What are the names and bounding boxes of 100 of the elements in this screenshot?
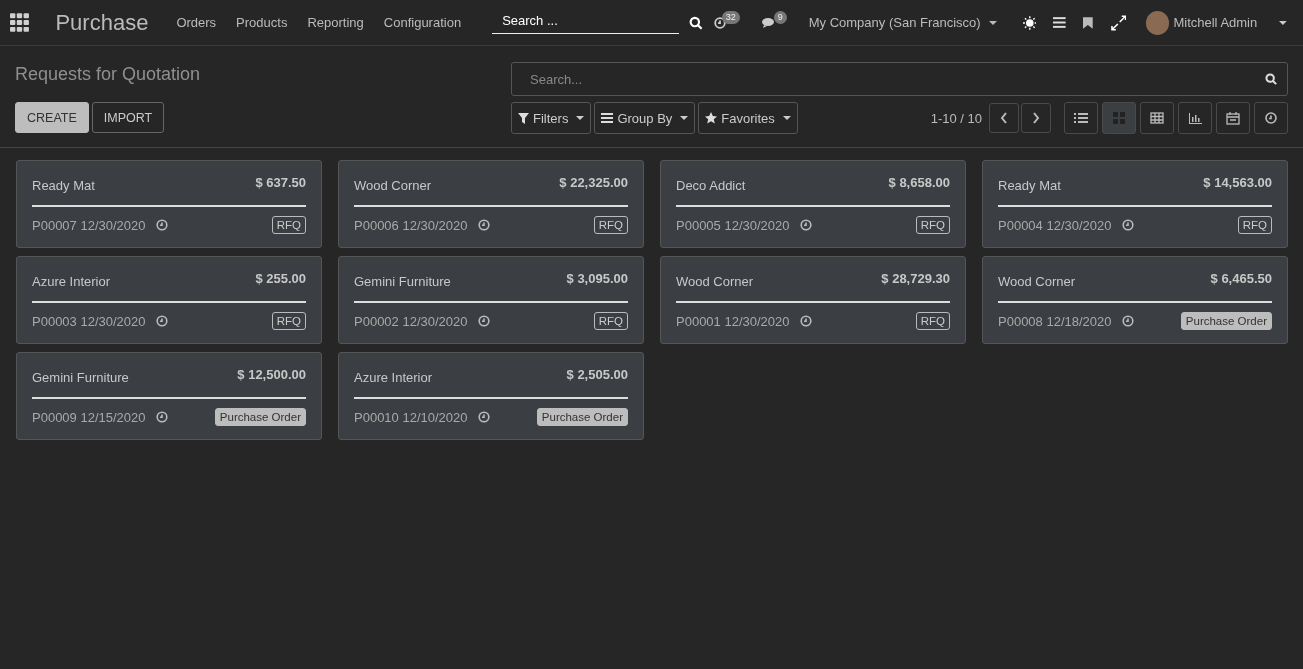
menu-icon[interactable] bbox=[1053, 17, 1066, 28]
import-button[interactable]: IMPORT bbox=[91, 102, 165, 133]
table-icon bbox=[1150, 111, 1164, 124]
company-switcher[interactable]: My Company (San Francisco) bbox=[802, 14, 1003, 31]
sun-icon[interactable] bbox=[1022, 15, 1037, 30]
view-switch-button[interactable] bbox=[1254, 102, 1288, 134]
chevron-right-icon bbox=[1032, 112, 1040, 124]
order-card[interactable]: Wood Corner $ 6,465.50 P00008 12/18/2020 Purchase Order bbox=[982, 256, 1288, 344]
view-switch-button[interactable] bbox=[1216, 102, 1250, 134]
order-amount: $ 6,465.50 bbox=[1210, 271, 1272, 286]
funnel-icon bbox=[518, 112, 529, 124]
clock-icon[interactable] bbox=[477, 315, 490, 327]
clock-icon[interactable] bbox=[1121, 219, 1134, 231]
clock-icon bbox=[1265, 111, 1277, 124]
menu-item[interactable]: Orders bbox=[166, 15, 227, 30]
clock-icon[interactable] bbox=[477, 219, 490, 231]
activity-count-badge: 32 bbox=[721, 11, 740, 24]
order-reference: P00002 12/30/2020 bbox=[354, 313, 468, 329]
status-badge: RFQ bbox=[271, 216, 306, 234]
avatar[interactable] bbox=[1146, 10, 1170, 35]
vendor-name: Azure Interior bbox=[354, 370, 433, 385]
bookmark-icon[interactable] bbox=[1082, 16, 1093, 29]
favorites-button[interactable]: Favorites bbox=[698, 102, 798, 134]
kanban-icon bbox=[1113, 111, 1125, 124]
order-card[interactable]: Gemini Furniture $ 3,095.00 P00002 12/30/2020 RFQ bbox=[338, 256, 644, 344]
search-icon[interactable] bbox=[689, 15, 703, 30]
clock-icon[interactable] bbox=[1121, 315, 1134, 327]
vendor-name: Ready Mat bbox=[32, 178, 95, 193]
pager-value: 1-10 / 10 bbox=[930, 110, 982, 126]
view-switch-button[interactable] bbox=[1140, 102, 1174, 134]
list-icon bbox=[601, 113, 614, 123]
order-amount: $ 3,095.00 bbox=[566, 271, 628, 286]
clock-icon[interactable] bbox=[155, 411, 168, 423]
order-amount: $ 14,563.00 bbox=[1203, 175, 1272, 190]
order-reference: P00003 12/30/2020 bbox=[32, 313, 146, 329]
view-switch-button[interactable] bbox=[1178, 102, 1212, 134]
bar-chart-icon bbox=[1189, 112, 1202, 124]
create-button[interactable]: CREATE bbox=[15, 102, 89, 133]
order-reference: P00005 12/30/2020 bbox=[676, 217, 790, 233]
vendor-name: Wood Corner bbox=[998, 274, 1076, 289]
clock-icon[interactable] bbox=[799, 315, 812, 327]
order-card[interactable]: Ready Mat $ 637.50 P00007 12/30/2020 RFQ bbox=[16, 160, 322, 248]
order-card[interactable]: Wood Corner $ 28,729.30 P00001 12/30/2020 RFQ bbox=[660, 256, 966, 344]
vendor-name: Gemini Furniture bbox=[32, 370, 129, 385]
view-switch-button[interactable] bbox=[1102, 102, 1136, 134]
order-card[interactable]: Deco Addict $ 8,658.00 P00005 12/30/2020 RFQ bbox=[660, 160, 966, 248]
activity-icon[interactable] bbox=[713, 16, 726, 29]
order-card[interactable]: Wood Corner $ 22,325.00 P00006 12/30/2020 RFQ bbox=[338, 160, 644, 248]
status-badge: RFQ bbox=[271, 312, 306, 330]
expand-icon[interactable] bbox=[1110, 14, 1127, 31]
status-badge: RFQ bbox=[593, 216, 628, 234]
apps-menu-icon[interactable] bbox=[10, 12, 30, 33]
search-field[interactable]: Search ... bbox=[492, 7, 680, 34]
clock-icon[interactable] bbox=[155, 315, 168, 327]
vendor-name: Wood Corner bbox=[354, 178, 432, 193]
menu-item[interactable]: Configuration bbox=[373, 15, 472, 30]
order-card[interactable]: Gemini Furniture $ 12,500.00 P00009 12/15/2020 Purchase Order bbox=[16, 352, 322, 440]
order-amount: $ 28,729.30 bbox=[881, 271, 950, 286]
order-reference: P00001 12/30/2020 bbox=[676, 313, 790, 329]
order-amount: $ 12,500.00 bbox=[237, 367, 306, 382]
order-reference: P00010 12/10/2020 bbox=[354, 409, 468, 425]
order-card[interactable]: Azure Interior $ 255.00 P00003 12/30/2020 RFQ bbox=[16, 256, 322, 344]
status-badge: Purchase Order bbox=[536, 408, 628, 426]
page-title: Requests for Quotation bbox=[15, 63, 202, 86]
order-reference: P00006 12/30/2020 bbox=[354, 217, 468, 233]
list-icon bbox=[1074, 112, 1088, 123]
status-badge: RFQ bbox=[593, 312, 628, 330]
order-reference: P00004 12/30/2020 bbox=[998, 217, 1112, 233]
group-by-button[interactable]: Group By bbox=[594, 102, 696, 134]
status-badge: Purchase Order bbox=[1180, 312, 1272, 330]
order-amount: $ 637.50 bbox=[255, 175, 306, 190]
clock-icon[interactable] bbox=[799, 219, 812, 231]
view-switch-button[interactable] bbox=[1064, 102, 1098, 134]
search-icon[interactable] bbox=[1265, 73, 1277, 85]
star-icon bbox=[705, 112, 718, 124]
vendor-name: Wood Corner bbox=[676, 274, 754, 289]
menu-item[interactable]: Reporting bbox=[297, 15, 374, 30]
order-amount: $ 2,505.00 bbox=[566, 367, 628, 382]
status-badge: RFQ bbox=[915, 312, 950, 330]
search-field[interactable]: Search... bbox=[511, 62, 1288, 96]
next-button[interactable] bbox=[1021, 103, 1051, 133]
caret-icon bbox=[988, 20, 997, 25]
clock-icon[interactable] bbox=[155, 219, 168, 231]
order-amount: $ 22,325.00 bbox=[559, 175, 628, 190]
caret-icon[interactable] bbox=[1279, 20, 1287, 25]
clock-icon[interactable] bbox=[477, 411, 490, 423]
status-badge: Purchase Order bbox=[214, 408, 306, 426]
filters-button[interactable]: Filters bbox=[511, 102, 592, 134]
caret-icon bbox=[680, 116, 689, 120]
order-card[interactable]: Azure Interior $ 2,505.00 P00010 12/10/2020 Purchase Order bbox=[338, 352, 644, 440]
order-reference: P00009 12/15/2020 bbox=[32, 409, 146, 425]
order-reference: P00007 12/30/2020 bbox=[32, 217, 146, 233]
message-count-badge: 9 bbox=[773, 11, 787, 24]
order-card[interactable]: Ready Mat $ 14,563.00 P00004 12/30/2020 RFQ bbox=[982, 160, 1288, 248]
vendor-name: Azure Interior bbox=[32, 274, 111, 289]
calendar-icon bbox=[1226, 111, 1240, 125]
user-name[interactable]: Mitchell Admin bbox=[1173, 15, 1258, 30]
vendor-name: Gemini Furniture bbox=[354, 274, 451, 289]
previous-button[interactable] bbox=[989, 103, 1019, 133]
menu-item[interactable]: Products bbox=[226, 15, 298, 30]
